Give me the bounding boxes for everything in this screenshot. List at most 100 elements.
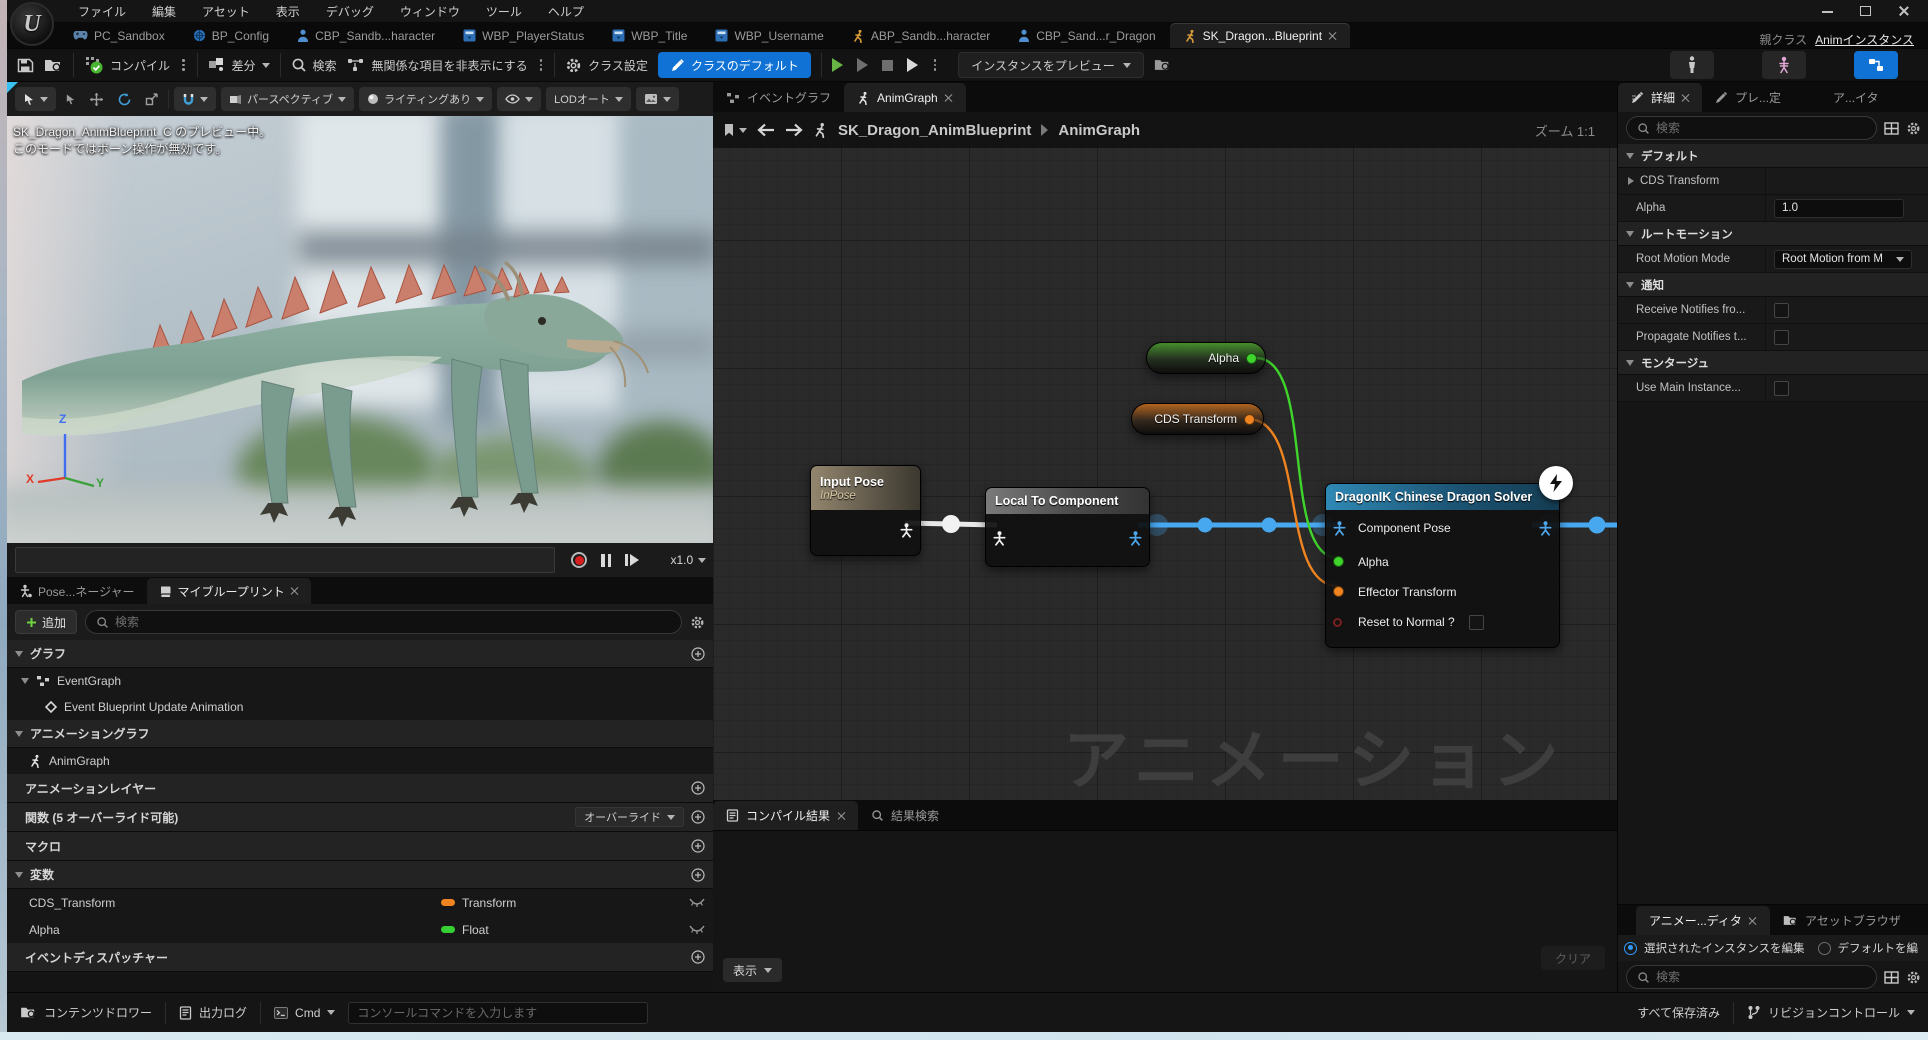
tab-pc-sandbox[interactable]: PC_Sandbox [59,23,179,48]
my-blueprint-search[interactable] [85,610,682,634]
row-use-main-instance[interactable]: Use Main Instance... [1618,375,1928,402]
menu-file[interactable]: ファイル [65,0,139,22]
find-button[interactable]: 検索 [291,57,337,74]
details-search[interactable] [1626,116,1877,140]
perspective-dropdown[interactable]: パースペクティブ [221,87,354,111]
section-default[interactable]: デフォルト [1618,144,1928,168]
lod-dropdown[interactable]: LODオート [546,87,631,111]
back-arrow-icon[interactable] [757,123,775,137]
section-montage[interactable]: モンタージュ [1618,351,1928,375]
tab-animgraph-doc[interactable]: AnimGraph [844,83,966,112]
skeleton-editor-button[interactable] [1762,51,1806,79]
tab-compile-results[interactable]: コンパイル結果 [713,801,858,830]
console-command-input[interactable] [348,1002,648,1024]
effector-transform-input-pin[interactable] [1333,586,1344,597]
animgraph-canvas[interactable]: アニメーション Alpha CDS Tran [713,112,1617,800]
add-circle-icon[interactable] [691,781,705,795]
item-eventgraph[interactable]: EventGraph [7,668,713,694]
preview-instance-dropdown[interactable]: インスタンスをプレビュー [958,52,1144,78]
close-tab-icon[interactable] [291,587,299,595]
tab-pose-watch-manager[interactable]: Pose...ネージャー [7,578,147,604]
timeline[interactable] [15,547,555,573]
snap-settings-button[interactable] [174,87,216,111]
settings-icon[interactable] [1906,970,1921,985]
node-cds-transform-getter[interactable]: CDS Transform [1131,403,1264,435]
maximize-icon[interactable] [1860,5,1872,17]
tab-my-blueprint[interactable]: マイブループリント [147,578,311,604]
scale-tool-icon[interactable] [141,87,163,111]
viewport-cursor-menu[interactable] [15,87,56,111]
closed-eye-icon[interactable] [689,925,705,934]
item-event-blueprint-update-animation[interactable]: Event Blueprint Update Animation [7,694,713,720]
edit-selected-instance-radio[interactable] [1624,942,1637,955]
pause-button[interactable] [601,554,611,567]
section-macros[interactable]: マクロ [7,832,713,861]
override-dropdown[interactable]: オーバーライド [575,807,684,827]
add-circle-icon[interactable] [691,950,705,964]
add-circle-icon[interactable] [691,810,705,824]
preview-browse-icon[interactable] [1154,58,1171,72]
row-root-motion-mode[interactable]: Root Motion Mode Root Motion from M [1618,246,1928,273]
select-tool-icon[interactable] [61,87,80,111]
section-graphs[interactable]: グラフ [7,640,713,668]
tab-find-results[interactable]: 結果検索 [858,801,952,830]
search-input[interactable] [1656,970,1866,984]
browse-asset-button[interactable] [44,58,63,73]
step-forward-button[interactable] [625,554,639,566]
tab-sk-dragon-blueprint[interactable]: SK_Dragon...Blueprint [1170,23,1350,48]
content-drawer-button[interactable]: コンテンツドロワー [7,993,165,1032]
node-input-pose[interactable]: Input Pose InPose [810,465,921,556]
bookmark-dropdown[interactable] [723,123,747,137]
step-button[interactable] [857,58,868,72]
node-dragonik-solver[interactable]: DragonIK Chinese Dragon Solver Component… [1325,483,1560,648]
grid-view-icon[interactable] [1884,971,1899,984]
hide-unrelated-button[interactable]: 無関係な項目を非表示にする [347,57,528,74]
forward-arrow-icon[interactable] [785,123,803,137]
tab-details[interactable]: 詳細 [1618,83,1702,112]
output-log-button[interactable]: 出力ログ [166,993,260,1032]
tab-bp-config[interactable]: BP_Config [179,23,283,48]
tab-asset-editor[interactable]: ア...イタ [1820,83,1892,112]
show-flags-dropdown[interactable] [497,87,541,111]
tab-asset-browser[interactable]: アセットブラウザ [1770,906,1914,935]
section-root-motion[interactable]: ルートモーション [1618,222,1928,246]
menu-help[interactable]: ヘルプ [535,0,597,22]
show-filter-dropdown[interactable]: 表示 [723,958,782,982]
save-button[interactable] [17,57,34,74]
section-animation-graphs[interactable]: アニメーショングラフ [7,720,713,748]
add-circle-icon[interactable] [691,868,705,882]
close-tab-icon[interactable] [945,94,953,102]
variable-row-cds-transform[interactable]: CDS_Transform Transform [7,889,713,916]
play-options-icon[interactable] [932,59,939,71]
section-animation-layers[interactable]: アニメーションレイヤー [7,774,713,803]
tab-abp-sandbox-character[interactable]: ABP_Sandb...haracter [838,23,1004,48]
edit-defaults-radio[interactable] [1818,942,1831,955]
alpha-value-field[interactable]: 1.0 [1774,199,1904,218]
component-pose-output-pin[interactable] [1539,521,1552,536]
menu-window[interactable]: ウィンドウ [387,0,473,22]
menu-asset[interactable]: アセット [189,0,263,22]
tab-wbp-title[interactable]: WBP_Title [598,23,701,48]
pose-input-pin[interactable] [993,531,1006,546]
propagate-notifies-checkbox[interactable] [1774,330,1789,345]
clear-button[interactable]: クリア [1541,946,1605,970]
screenshot-dropdown[interactable] [636,87,679,111]
component-pose-input-pin[interactable] [1333,521,1346,536]
diff-button[interactable]: 差分 [208,57,270,74]
breadcrumb-leaf[interactable]: AnimGraph [1058,122,1140,139]
row-receive-notifies[interactable]: Receive Notifies fro... [1618,297,1928,324]
tab-wbp-playerstatus[interactable]: WBP_PlayerStatus [449,23,598,48]
output-pin-alpha[interactable] [1246,353,1257,364]
section-functions[interactable]: 関数 (5 オーバーライド可能) オーバーライド [7,803,713,832]
pose-output-pin[interactable] [900,523,913,538]
menu-tools[interactable]: ツール [473,0,535,22]
class-settings-button[interactable]: クラス設定 [565,57,648,74]
section-event-dispatchers[interactable]: イベントディスパッチャー [7,943,713,972]
compile-button[interactable]: コンパイル [84,56,170,74]
preview-viewport[interactable]: SK_Dragon_AnimBlueprint_C のプレビュー中。 このモード… [7,116,713,543]
class-defaults-button[interactable]: クラスのデフォルト [658,52,811,78]
close-window-icon[interactable] [1898,5,1910,17]
reset-to-normal-input-pin[interactable] [1333,618,1342,627]
row-alpha[interactable]: Alpha 1.0 [1618,195,1928,222]
anim-panel-search[interactable] [1626,965,1877,989]
